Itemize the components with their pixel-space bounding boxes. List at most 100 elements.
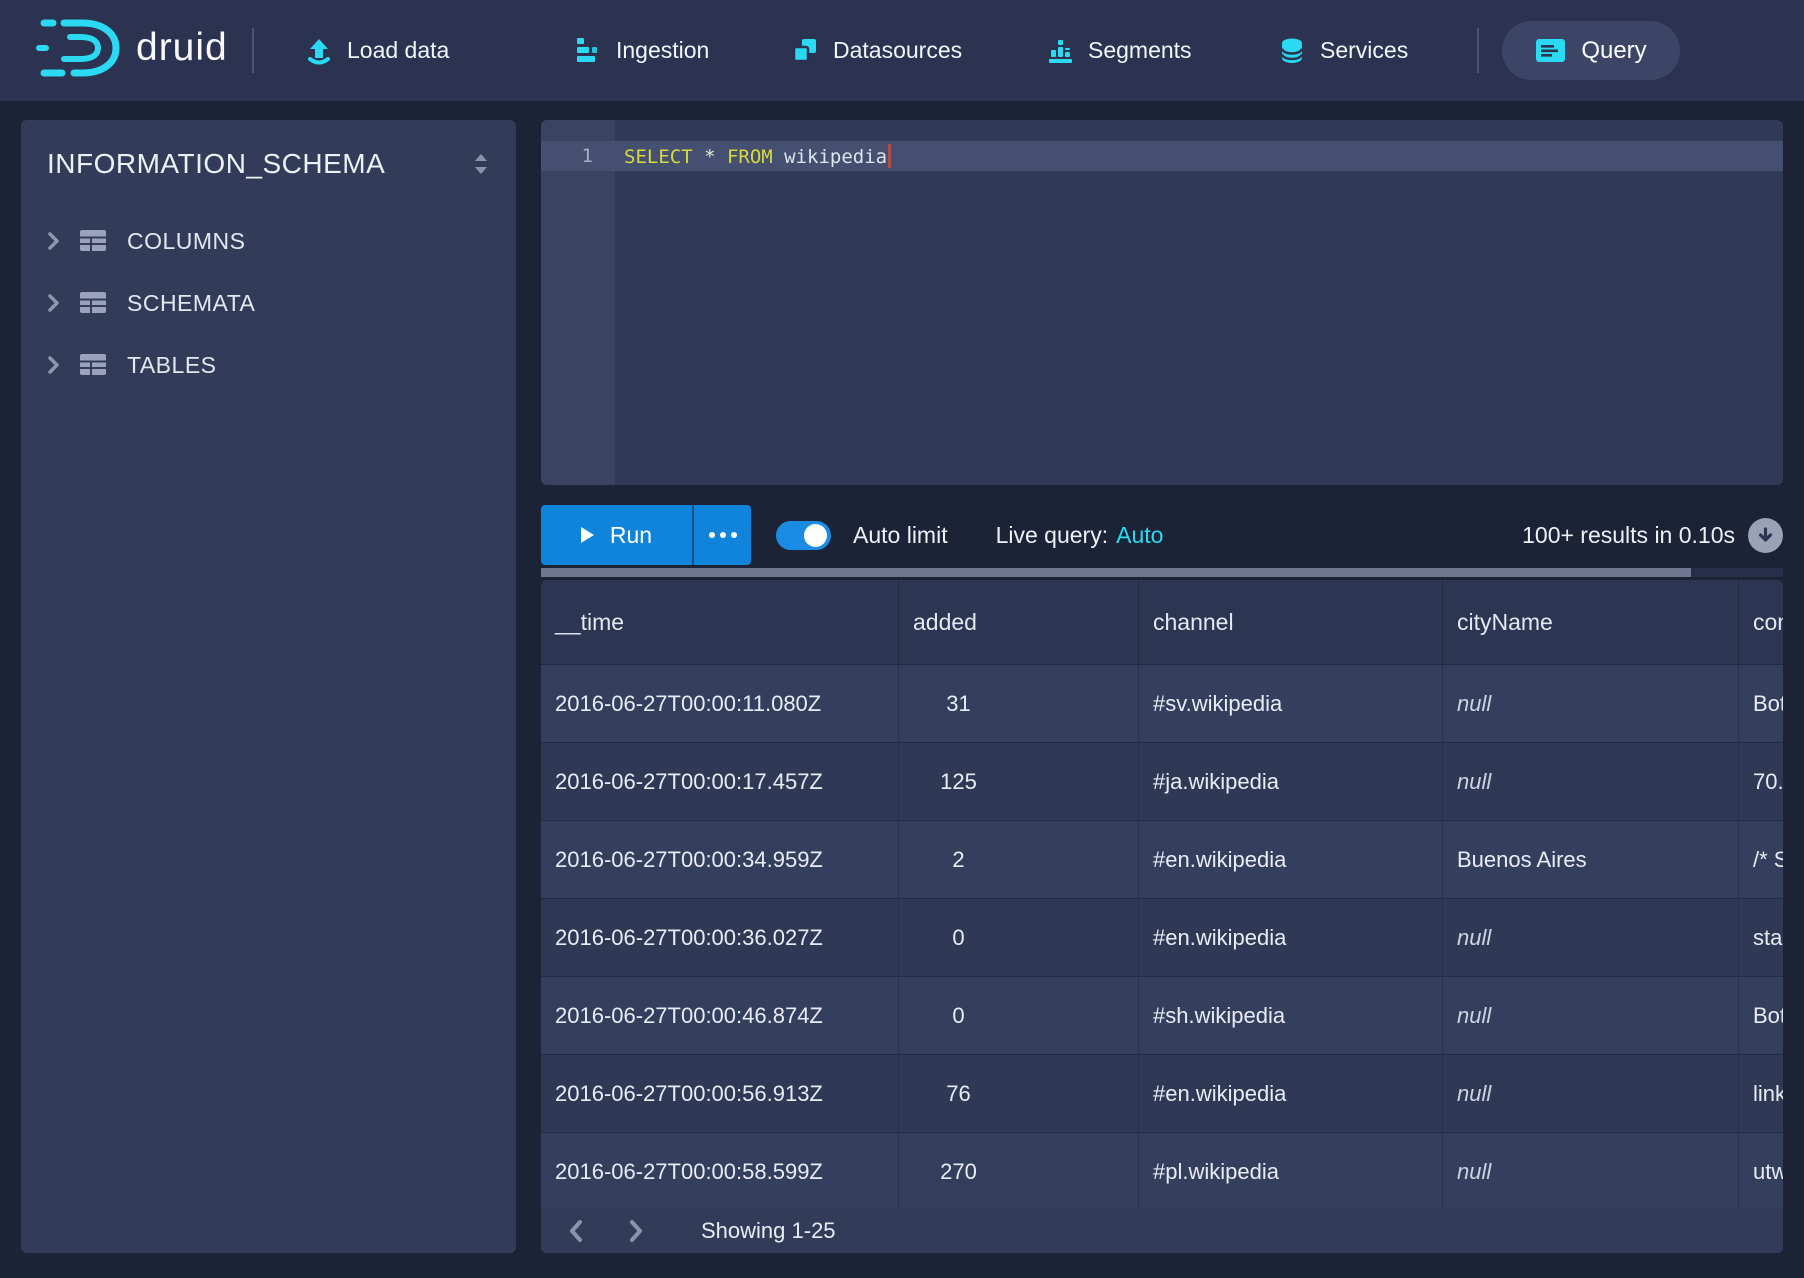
column-header-comment[interactable]: comment — [1739, 580, 1783, 664]
upload-icon — [305, 37, 333, 65]
live-query: Live query:Auto — [996, 522, 1164, 549]
cell-city[interactable]: Buenos Aires — [1443, 821, 1739, 898]
results-panel: __time added channel cityName comment 20… — [541, 580, 1783, 1253]
live-query-value[interactable]: Auto — [1116, 522, 1163, 548]
druid-logo-icon — [34, 17, 124, 79]
table-row: 2016-06-27T00:00:34.959Z 2 #en.wikipedia… — [541, 821, 1783, 899]
cell-channel[interactable]: #ja.wikipedia — [1139, 743, 1443, 820]
table-row: 2016-06-27T00:00:11.080Z 31 #sv.wikipedi… — [541, 665, 1783, 743]
nav-item-datasources[interactable]: Datasources — [791, 0, 962, 101]
cell-added[interactable]: 125 — [899, 743, 1139, 820]
tree-item-tables[interactable]: TABLES — [21, 334, 516, 396]
horizontal-scrollbar-track — [541, 568, 1783, 577]
cell-time[interactable]: 2016-06-27T00:00:11.080Z — [541, 665, 899, 742]
cell-city[interactable]: null — [1443, 899, 1739, 976]
cell-comment[interactable]: utw — [1739, 1133, 1783, 1210]
line-number: 1 — [541, 145, 615, 167]
table-row: 2016-06-27T00:00:46.874Z 0 #sh.wikipedia… — [541, 977, 1783, 1055]
run-more-button[interactable] — [692, 505, 751, 565]
tree-item-schemata[interactable]: SCHEMATA — [21, 272, 516, 334]
druid-logo[interactable]: druid — [34, 17, 228, 79]
cell-comment[interactable]: /* S — [1739, 821, 1783, 898]
sql-text: SELECT * FROM wikipedia — [624, 144, 891, 168]
cell-added[interactable]: 0 — [899, 899, 1139, 976]
cell-time[interactable]: 2016-06-27T00:00:46.874Z — [541, 977, 899, 1054]
editor-active-line: 1 SELECT * FROM wikipedia — [541, 141, 1783, 171]
cell-comment[interactable]: 70. — [1739, 743, 1783, 820]
horizontal-scrollbar-thumb[interactable] — [541, 568, 1691, 577]
run-button-label: Run — [610, 522, 652, 549]
cell-comment[interactable]: Bot — [1739, 665, 1783, 742]
query-icon — [1535, 37, 1566, 64]
auto-limit-toggle[interactable] — [776, 521, 831, 550]
auto-limit-label: Auto limit — [853, 522, 948, 549]
sql-keyword: SELECT — [624, 146, 693, 168]
nav-item-label: Query — [1581, 37, 1646, 65]
toggle-knob — [804, 524, 827, 547]
cell-added[interactable]: 2 — [899, 821, 1139, 898]
navbar: druid Load data Ingestion — [0, 0, 1804, 101]
cell-city[interactable]: null — [1443, 665, 1739, 742]
cell-added[interactable]: 0 — [899, 977, 1139, 1054]
cell-comment[interactable]: link — [1739, 1055, 1783, 1132]
chevron-right-icon — [47, 293, 60, 313]
nav-item-ingestion[interactable]: Ingestion — [575, 0, 709, 101]
segments-icon — [1047, 37, 1074, 64]
cell-channel[interactable]: #en.wikipedia — [1139, 1055, 1443, 1132]
sql-editor[interactable]: 1 SELECT * FROM wikipedia — [541, 120, 1783, 485]
cell-comment[interactable]: Bot — [1739, 977, 1783, 1054]
nav-item-query[interactable]: Query — [1502, 21, 1680, 80]
cell-city[interactable]: null — [1443, 977, 1739, 1054]
schema-title: INFORMATION_SCHEMA — [47, 148, 385, 180]
cell-channel[interactable]: #sh.wikipedia — [1139, 977, 1443, 1054]
sql-identifier: wikipedia — [773, 146, 887, 168]
table-row: 2016-06-27T00:00:17.457Z 125 #ja.wikiped… — [541, 743, 1783, 821]
datasources-icon — [791, 37, 819, 65]
cell-added[interactable]: 31 — [899, 665, 1139, 742]
cell-channel[interactable]: #en.wikipedia — [1139, 899, 1443, 976]
column-header-cityname[interactable]: cityName — [1443, 580, 1739, 664]
chevron-right-icon — [47, 355, 60, 375]
tree-item-columns[interactable]: COLUMNS — [21, 210, 516, 272]
navbar-divider — [1477, 28, 1479, 73]
double-caret-vertical-icon[interactable] — [472, 152, 490, 176]
results-header-row: __time added channel cityName comment — [541, 580, 1783, 665]
schema-sidebar: INFORMATION_SCHEMA COLUMNS — [21, 120, 516, 1253]
next-page-button[interactable] — [621, 1214, 651, 1248]
nav-item-services[interactable]: Services — [1278, 0, 1408, 101]
column-header-added[interactable]: added — [899, 580, 1139, 664]
ellipsis-icon — [709, 532, 715, 538]
cell-city[interactable]: null — [1443, 743, 1739, 820]
nav-item-label: Ingestion — [616, 37, 709, 64]
download-button[interactable] — [1748, 518, 1783, 553]
column-header-channel[interactable]: channel — [1139, 580, 1443, 664]
cell-time[interactable]: 2016-06-27T00:00:56.913Z — [541, 1055, 899, 1132]
run-button[interactable]: Run — [541, 505, 692, 565]
chevron-right-icon — [47, 231, 60, 251]
prev-page-button[interactable] — [561, 1214, 591, 1248]
cell-city[interactable]: null — [1443, 1133, 1739, 1210]
cell-comment[interactable]: sta — [1739, 899, 1783, 976]
tree-item-label: TABLES — [127, 352, 217, 379]
ingestion-icon — [575, 37, 602, 64]
cell-channel[interactable]: #pl.wikipedia — [1139, 1133, 1443, 1210]
nav-item-label: Segments — [1088, 37, 1192, 64]
cell-time[interactable]: 2016-06-27T00:00:36.027Z — [541, 899, 899, 976]
sql-star: * — [693, 146, 727, 168]
nav-item-segments[interactable]: Segments — [1047, 0, 1192, 101]
cell-time[interactable]: 2016-06-27T00:00:34.959Z — [541, 821, 899, 898]
cell-channel[interactable]: #en.wikipedia — [1139, 821, 1443, 898]
cell-channel[interactable]: #sv.wikipedia — [1139, 665, 1443, 742]
brand-name: druid — [136, 26, 228, 70]
ellipsis-icon — [731, 532, 737, 538]
table-row: 2016-06-27T00:00:58.599Z 270 #pl.wikiped… — [541, 1133, 1783, 1211]
cell-city[interactable]: null — [1443, 1055, 1739, 1132]
navbar-divider — [252, 28, 254, 73]
cell-time[interactable]: 2016-06-27T00:00:58.599Z — [541, 1133, 899, 1210]
cell-added[interactable]: 270 — [899, 1133, 1139, 1210]
cell-time[interactable]: 2016-06-27T00:00:17.457Z — [541, 743, 899, 820]
nav-item-load-data[interactable]: Load data — [305, 0, 449, 101]
schema-tree: COLUMNS SCHEMATA — [21, 210, 516, 396]
column-header-time[interactable]: __time — [541, 580, 899, 664]
cell-added[interactable]: 76 — [899, 1055, 1139, 1132]
